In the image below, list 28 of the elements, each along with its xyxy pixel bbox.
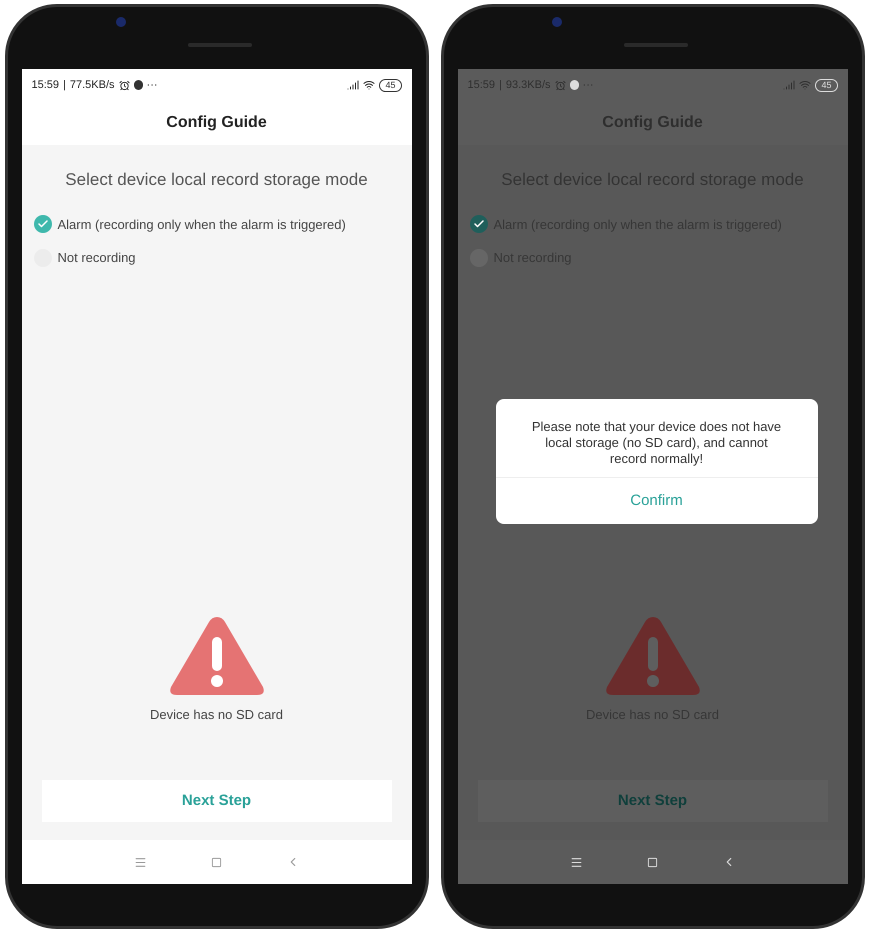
next-step-button[interactable]: Next Step bbox=[478, 780, 828, 822]
battery-level: 45 bbox=[379, 78, 402, 92]
option-label: Alarm (recording only when the alarm is triggered) bbox=[58, 216, 346, 234]
more-indicator: ··· bbox=[582, 78, 594, 93]
option-label: Not recording bbox=[58, 249, 136, 267]
menu-icon[interactable] bbox=[570, 856, 582, 868]
radio-option[interactable]: Alarm (recording only when the alarm is triggered) bbox=[34, 214, 412, 234]
radio-option[interactable]: Not recording bbox=[34, 248, 412, 268]
next-step-button[interactable]: Next Step bbox=[42, 780, 392, 822]
signal-icon bbox=[347, 79, 360, 91]
warning-text: Device has no SD card bbox=[150, 706, 283, 724]
confirm-button[interactable]: Confirm bbox=[496, 478, 818, 524]
battery-level: 45 bbox=[815, 78, 838, 92]
camera-icon bbox=[116, 17, 126, 27]
status-time: 15:59 bbox=[32, 78, 60, 93]
status-separator: | bbox=[63, 78, 66, 93]
menu-icon[interactable] bbox=[134, 856, 146, 868]
home-icon[interactable] bbox=[210, 856, 222, 868]
network-speed: 77.5KB/s bbox=[70, 78, 115, 93]
dialog-message: Please note that your device does not have local storage (no SD card), and cannot record normally! bbox=[530, 418, 782, 468]
section-heading: Select device local record storage mode bbox=[65, 169, 368, 191]
camera-icon bbox=[552, 17, 562, 27]
more-indicator: ··· bbox=[146, 78, 158, 93]
alarm-icon bbox=[118, 80, 130, 90]
page-title: Config Guide bbox=[166, 113, 267, 133]
signal-icon bbox=[783, 79, 796, 91]
alarm-icon bbox=[554, 80, 566, 90]
status-separator: | bbox=[499, 78, 502, 93]
